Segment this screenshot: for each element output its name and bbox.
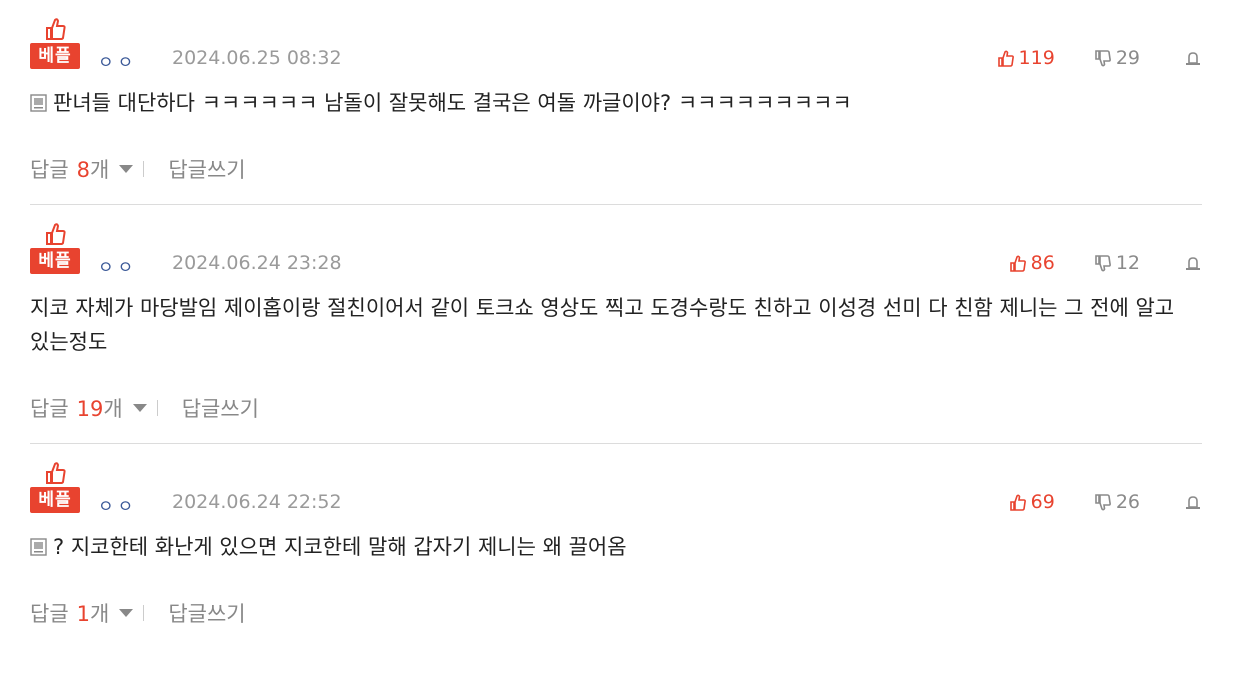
timestamp: 2024.06.24 22:52: [172, 491, 342, 513]
comment-header: 베플 ㅇㅇ 2024.06.25 08:32 119 29: [30, 0, 1202, 73]
like-count: 86: [1030, 252, 1055, 274]
write-reply-link[interactable]: 답글쓰기: [168, 154, 245, 184]
dislike-count: 29: [1115, 47, 1140, 69]
memo-icon: [30, 538, 47, 556]
thumbs-up-icon: [1009, 255, 1026, 272]
comment-footer: 답글 19개 답글쓰기: [30, 359, 1202, 443]
dislike-button[interactable]: 29: [1095, 47, 1140, 69]
like-button[interactable]: 119: [997, 47, 1055, 69]
dislike-count: 26: [1115, 491, 1140, 513]
write-reply-link[interactable]: 답글쓰기: [168, 598, 245, 628]
report-button[interactable]: [1184, 50, 1202, 66]
comment-item: 베플 ㅇㅇ 2024.06.25 08:32 119 29 판녀들 대단하다 ㅋ…: [30, 0, 1202, 205]
thumbs-up-icon: [46, 223, 66, 245]
comment-text: 지코 자체가 마당발임 제이홉이랑 절친이어서 같이 토크쇼 영상도 찍고 도경…: [30, 296, 1175, 354]
report-icon: [1186, 51, 1200, 65]
comment-item: 베플 ㅇㅇ 2024.06.24 22:52 69 26 ? 지코한테 화난게 …: [30, 444, 1202, 648]
timestamp: 2024.06.24 23:28: [172, 252, 342, 274]
reply-label: 답글: [30, 158, 69, 182]
report-icon: [1186, 256, 1200, 270]
reply-count: 19: [76, 397, 104, 421]
vote-bar: 119 29: [997, 45, 1202, 71]
reply-unit: 개: [90, 602, 110, 626]
reply-unit: 개: [103, 397, 123, 421]
best-label: 베플: [30, 43, 80, 69]
best-label: 베플: [30, 487, 80, 513]
comment-header: 베플 ㅇㅇ 2024.06.24 22:52 69 26: [30, 444, 1202, 517]
reply-toggle[interactable]: 답글 19개: [30, 393, 123, 423]
dislike-count: 12: [1115, 252, 1140, 274]
reply-label: 답글: [30, 397, 69, 421]
thumbs-up-icon: [1009, 494, 1026, 511]
reply-unit: 개: [90, 158, 110, 182]
reply-count: 8: [76, 158, 91, 182]
reply-toggle[interactable]: 답글 8개: [30, 154, 109, 184]
reply-toggle[interactable]: 답글 1개: [30, 598, 109, 628]
caret-down-icon[interactable]: [119, 162, 134, 176]
write-reply-link[interactable]: 답글쓰기: [182, 393, 259, 423]
comment-text: 판녀들 대단하다 ㅋㅋㅋㅋㅋㅋ 남돌이 잘못해도 결국은 여돌 까글이야? ㅋㅋ…: [53, 91, 852, 115]
divider: [143, 605, 145, 621]
reply-label: 답글: [30, 602, 69, 626]
comment-body: 지코 자체가 마당발임 제이홉이랑 절친이어서 같이 토크쇼 영상도 찍고 도경…: [30, 275, 1202, 359]
comment-footer: 답글 1개 답글쓰기: [30, 564, 1202, 648]
comment-body: ? 지코한테 화난게 있으면 지코한테 말해 갑자기 제니는 왜 끌어옴: [30, 514, 1202, 564]
timestamp: 2024.06.25 08:32: [172, 47, 342, 69]
like-count: 69: [1030, 491, 1055, 513]
divider: [156, 400, 158, 416]
nickname[interactable]: ㅇㅇ: [98, 492, 137, 517]
thumbs-up-icon: [997, 50, 1014, 67]
nickname[interactable]: ㅇㅇ: [98, 253, 137, 278]
comment-footer: 답글 8개 답글쓰기: [30, 120, 1202, 204]
like-button[interactable]: 69: [1009, 491, 1055, 513]
memo-icon: [30, 94, 47, 112]
thumbs-up-icon: [46, 462, 66, 484]
nickname[interactable]: ㅇㅇ: [98, 48, 137, 73]
best-label: 베플: [30, 248, 80, 274]
thumbs-down-icon: [1095, 254, 1111, 271]
reply-count: 1: [76, 602, 91, 626]
vote-bar: 69 26: [1009, 489, 1202, 515]
report-button[interactable]: [1184, 494, 1202, 510]
caret-down-icon[interactable]: [132, 401, 147, 415]
like-count: 119: [1018, 47, 1055, 69]
thumbs-up-icon: [46, 18, 66, 40]
report-button[interactable]: [1184, 255, 1202, 271]
comment-text: ? 지코한테 화난게 있으면 지코한테 말해 갑자기 제니는 왜 끌어옴: [53, 535, 627, 559]
thumbs-down-icon: [1095, 493, 1111, 510]
caret-down-icon[interactable]: [119, 606, 134, 620]
thumbs-down-icon: [1095, 49, 1111, 66]
comment-item: 베플 ㅇㅇ 2024.06.24 23:28 86 12 지코 자체가 마당발임…: [30, 205, 1202, 444]
comment-list: 베플 ㅇㅇ 2024.06.25 08:32 119 29 판녀들 대단하다 ㅋ…: [30, 0, 1202, 648]
like-button[interactable]: 86: [1009, 252, 1055, 274]
dislike-button[interactable]: 12: [1095, 252, 1140, 274]
comment-header: 베플 ㅇㅇ 2024.06.24 23:28 86 12: [30, 205, 1202, 278]
divider: [143, 161, 145, 177]
vote-bar: 86 12: [1009, 250, 1202, 276]
report-icon: [1186, 495, 1200, 509]
dislike-button[interactable]: 26: [1095, 491, 1140, 513]
comment-body: 판녀들 대단하다 ㅋㅋㅋㅋㅋㅋ 남돌이 잘못해도 결국은 여돌 까글이야? ㅋㅋ…: [30, 70, 1202, 120]
